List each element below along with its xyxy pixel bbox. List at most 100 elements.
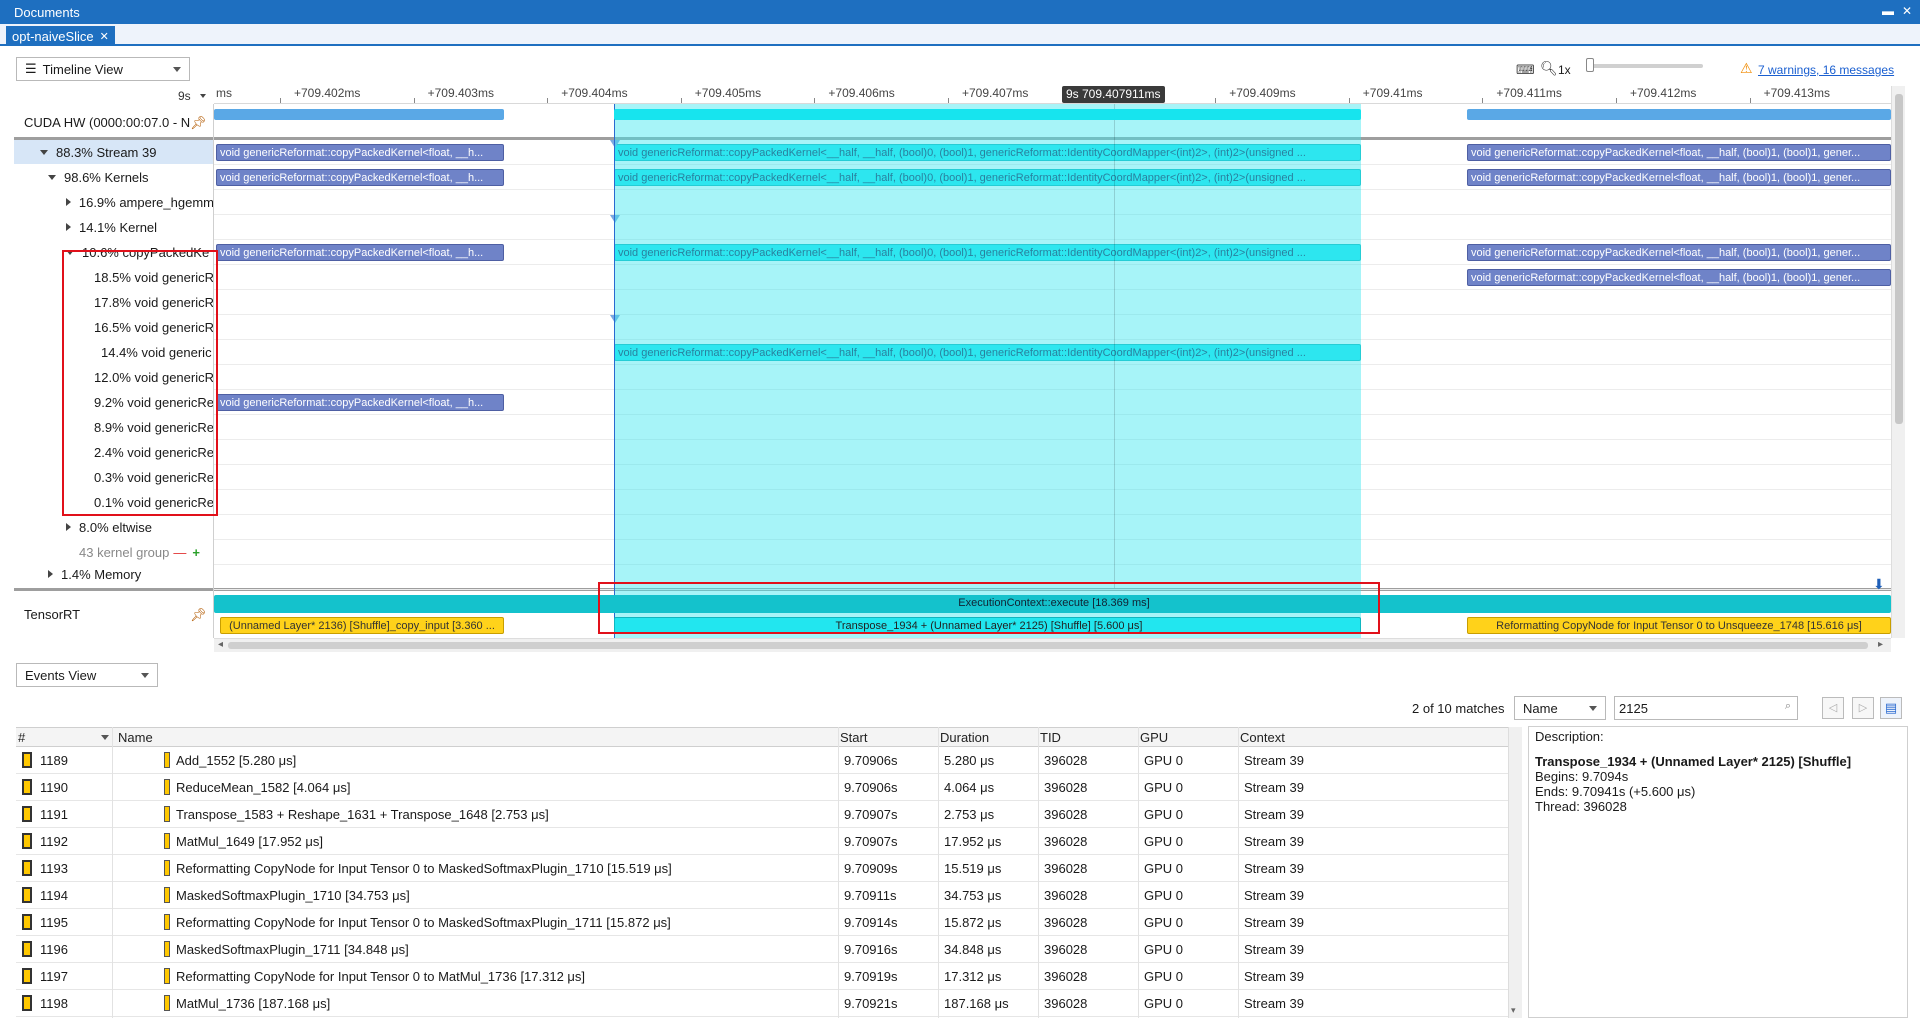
cell-start: 9.70909s bbox=[844, 861, 898, 876]
table-row[interactable]: 1197 Reformatting CopyNode for Input Tens… bbox=[16, 963, 1508, 990]
column-header-name[interactable]: Name bbox=[118, 730, 153, 745]
kernel-bar[interactable]: void genericReformat::copyPackedKernel<f… bbox=[1467, 169, 1891, 186]
sort-desc-icon[interactable] bbox=[101, 735, 109, 740]
expand-arrow-icon[interactable] bbox=[65, 198, 71, 206]
column-divider[interactable] bbox=[838, 727, 839, 1018]
column-header-id[interactable]: # bbox=[18, 730, 25, 745]
table-row[interactable]: 1193 Reformatting CopyNode for Input Tens… bbox=[16, 855, 1508, 882]
nvtx-range-bar[interactable]: Reformatting CopyNode for Input Tensor 0… bbox=[1467, 617, 1891, 634]
zoom-slider-handle[interactable] bbox=[1586, 58, 1594, 72]
tree-row[interactable]: 16.9% ampere_hgemm bbox=[14, 190, 213, 214]
pin-icon[interactable]: 📌︎ bbox=[190, 115, 207, 131]
cell-tid: 396028 bbox=[1044, 753, 1088, 768]
ruler-tick-label: +709.413ms bbox=[1763, 86, 1830, 100]
selection-range[interactable] bbox=[614, 104, 1361, 638]
expand-arrow-icon[interactable] bbox=[66, 523, 71, 531]
selection-start-line[interactable] bbox=[614, 104, 615, 638]
previous-match-button[interactable]: ◁ bbox=[1822, 697, 1844, 719]
cell-context: Stream 39 bbox=[1244, 942, 1304, 957]
close-tab-icon[interactable]: ✕ bbox=[100, 30, 109, 43]
kernel-bar[interactable]: void genericReformat::copyPackedKernel<f… bbox=[216, 144, 504, 161]
tree-row[interactable]: 8.0% eltwise bbox=[14, 515, 213, 539]
timeline-canvas[interactable]: void genericReformat::copyPackedKernel<f… bbox=[214, 104, 1891, 638]
column-divider[interactable] bbox=[1038, 727, 1039, 1018]
expand-arrow-icon[interactable] bbox=[66, 223, 71, 231]
tree-row-cuda-hw[interactable]: CUDA HW (0000:00:07.0 - N 📌︎ bbox=[14, 108, 213, 140]
scrollbar-thumb[interactable] bbox=[228, 642, 1868, 649]
collapse-arrow-icon[interactable] bbox=[48, 174, 56, 180]
search-field-select[interactable]: Name bbox=[1514, 696, 1606, 720]
kernel-bar[interactable]: void genericReformat::copyPackedKernel<f… bbox=[216, 394, 504, 411]
tree-row[interactable]: 1.4% Memory bbox=[14, 562, 213, 586]
kernel-bar[interactable]: void genericReformat::copyPackedKernel<f… bbox=[1467, 269, 1891, 286]
cell-name: Reformatting CopyNode for Input Tensor 0… bbox=[176, 969, 586, 984]
table-row[interactable]: 1189 Add_1552 [5.280 μs] 9.70906s 5.280 μs 3… bbox=[16, 747, 1508, 774]
column-header-tid[interactable]: TID bbox=[1040, 730, 1061, 745]
pin-window-icon[interactable]: ▬ bbox=[1882, 4, 1894, 18]
cell-id: 1189 bbox=[40, 753, 68, 768]
document-tab-bar: opt-naiveSlice ✕ bbox=[0, 24, 1920, 46]
nvtx-range-bar[interactable]: (Unnamed Layer* 2136) [Shuffle]_copy_inp… bbox=[220, 617, 504, 634]
timeline-horizontal-scrollbar[interactable]: ◂ ▸ bbox=[214, 638, 1891, 652]
table-row[interactable]: 1190 ReduceMean_1582 [4.064 μs] 9.70906s 4.… bbox=[16, 774, 1508, 801]
add-group-icon[interactable]: + bbox=[192, 545, 200, 560]
close-window-icon[interactable]: ✕ bbox=[1902, 4, 1912, 18]
scroll-left-icon[interactable]: ◂ bbox=[218, 639, 223, 650]
column-divider[interactable] bbox=[1238, 727, 1239, 1018]
warnings-link[interactable]: 7 warnings, 16 messages bbox=[1758, 63, 1894, 77]
nvtx-range-icon bbox=[164, 914, 170, 930]
tree-row[interactable]: 43 kernel group — + bbox=[14, 540, 213, 564]
keyboard-icon[interactable]: ⌨ bbox=[1516, 62, 1535, 78]
scrollbar-thumb[interactable] bbox=[1895, 94, 1903, 424]
column-settings-icon[interactable]: ▤ bbox=[1880, 697, 1902, 719]
next-match-button[interactable]: ▷ bbox=[1852, 697, 1874, 719]
tree-row[interactable]: 98.6% Kernels bbox=[14, 165, 213, 189]
table-row[interactable]: 1191 Transpose_1583 + Reshape_1631 + Tran… bbox=[16, 801, 1508, 828]
kernel-bar[interactable]: void genericReformat::copyPackedKernel<f… bbox=[1467, 244, 1891, 261]
events-view-select[interactable]: Events View bbox=[16, 663, 158, 687]
document-tab[interactable]: opt-naiveSlice ✕ bbox=[6, 26, 115, 46]
table-row[interactable]: 1198 MatMul_1736 [187.168 μs] 9.70921s 187.… bbox=[16, 990, 1508, 1017]
tree-row[interactable]: 88.3% Stream 39 bbox=[14, 140, 213, 164]
search-input[interactable]: 2125 ⌕ bbox=[1614, 696, 1798, 720]
view-select[interactable]: ☰ Timeline View bbox=[16, 57, 190, 81]
hw-activity-bar[interactable] bbox=[614, 109, 1361, 120]
timeline-vertical-scrollbar[interactable] bbox=[1891, 86, 1905, 638]
remove-group-icon[interactable]: — bbox=[173, 545, 186, 560]
hw-activity-bar[interactable] bbox=[214, 109, 504, 120]
table-row[interactable]: 1192 MatMul_1649 [17.952 μs] 9.70907s 17.95… bbox=[16, 828, 1508, 855]
kernel-bar[interactable]: void genericReformat::copyPackedKernel<f… bbox=[216, 169, 504, 186]
kernel-bar[interactable]: void genericReformat::copyPackedKernel<f… bbox=[216, 244, 504, 261]
tree-row-tensorrt[interactable]: TensorRT 📌︎ bbox=[14, 588, 213, 638]
column-header-gpu[interactable]: GPU bbox=[1140, 730, 1168, 745]
collapse-arrow-icon[interactable] bbox=[40, 149, 48, 155]
table-row[interactable]: 1194 MaskedSoftmaxPlugin_1710 [34.753 μs]… bbox=[16, 882, 1508, 909]
zoom-slider[interactable] bbox=[1588, 64, 1703, 68]
scroll-down-arrow-icon[interactable]: ⬇ bbox=[1873, 576, 1885, 593]
zoom-icon[interactable]: 🔍︎ bbox=[1540, 60, 1558, 77]
cell-id: 1190 bbox=[40, 780, 68, 795]
kernel-bar[interactable]: void genericReformat::copyPackedKernel<f… bbox=[1467, 144, 1891, 161]
ruler-tick-label: +709.405ms bbox=[694, 86, 762, 100]
events-vertical-scrollbar[interactable]: ▾ bbox=[1508, 727, 1522, 1018]
expand-arrow-icon[interactable] bbox=[48, 570, 53, 578]
ruler-prefix: 9s bbox=[178, 89, 191, 103]
tree-row[interactable]: 14.1% Kernel bbox=[14, 215, 213, 239]
cell-tid: 396028 bbox=[1044, 942, 1088, 957]
cell-context: Stream 39 bbox=[1244, 780, 1304, 795]
table-row[interactable]: 1195 Reformatting CopyNode for Input Tens… bbox=[16, 909, 1508, 936]
table-row[interactable]: 1196 MaskedSoftmaxPlugin_1711 [34.848 μs]… bbox=[16, 936, 1508, 963]
hw-activity-bar[interactable] bbox=[1467, 109, 1891, 120]
scroll-right-icon[interactable]: ▸ bbox=[1878, 639, 1883, 650]
column-divider[interactable] bbox=[1138, 727, 1139, 1018]
scroll-down-icon[interactable]: ▾ bbox=[1511, 1005, 1516, 1016]
column-header-context[interactable]: Context bbox=[1240, 730, 1285, 745]
column-divider[interactable] bbox=[938, 727, 939, 1018]
column-header-duration[interactable]: Duration bbox=[940, 730, 989, 745]
cell-context: Stream 39 bbox=[1244, 834, 1304, 849]
pin-icon[interactable]: 📌︎ bbox=[190, 607, 207, 623]
column-header-start[interactable]: Start bbox=[840, 730, 867, 745]
column-divider[interactable] bbox=[112, 727, 113, 1018]
time-ruler[interactable]: ms +709.402ms +709.403ms +709.404ms +709.40… bbox=[214, 86, 1891, 104]
ruler-caret-icon[interactable] bbox=[200, 94, 206, 98]
